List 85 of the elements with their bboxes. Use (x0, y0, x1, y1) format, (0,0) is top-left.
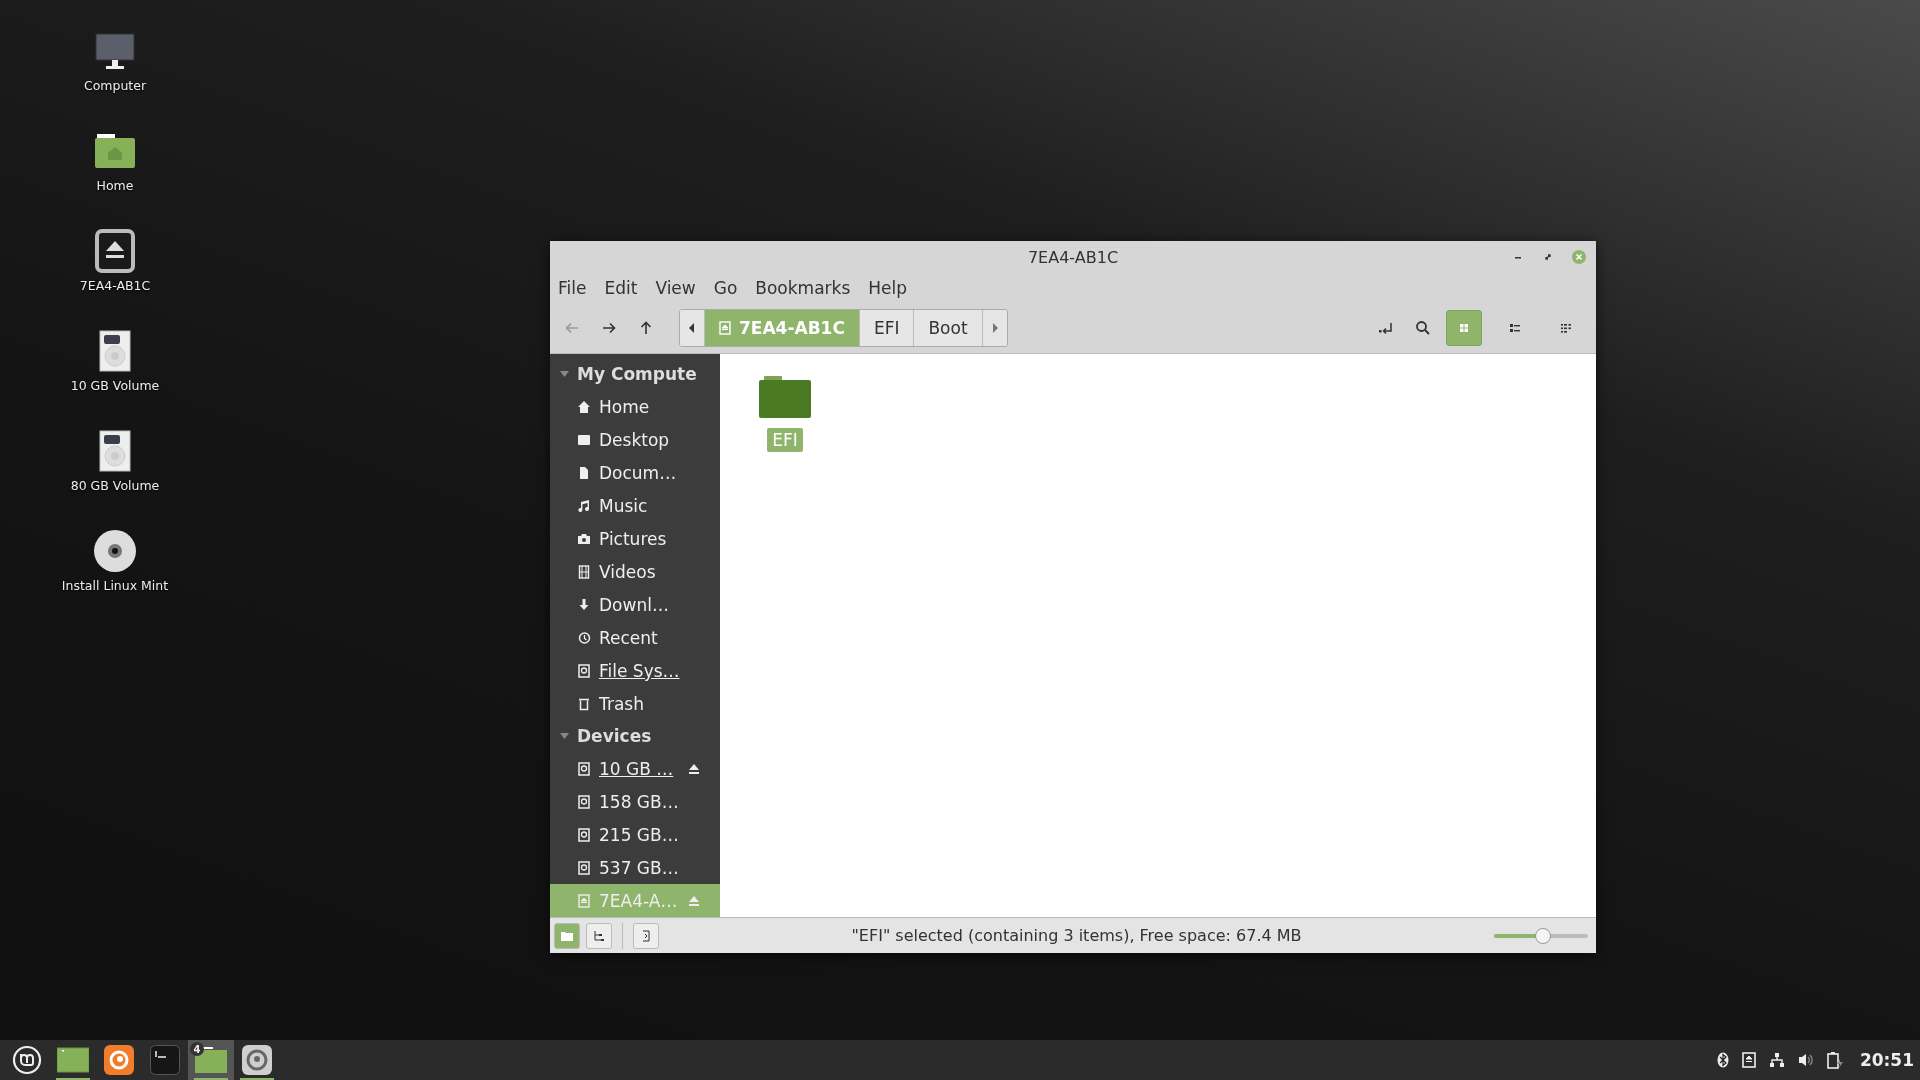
trash-icon (577, 696, 591, 711)
maximize-button[interactable] (1542, 251, 1554, 263)
panel-close-icon (641, 929, 651, 942)
hard-drive-icon[interactable] (99, 328, 131, 374)
window-title: 7EA4-AB1C (1027, 247, 1119, 267)
disk-utility-icon[interactable] (242, 1045, 272, 1075)
list-icon (1509, 322, 1521, 334)
forward-arrow-icon[interactable] (601, 320, 617, 336)
menu-logo-icon[interactable] (12, 1045, 42, 1075)
sidebar-item[interactable]: Recent (550, 621, 720, 654)
terminal-icon[interactable] (150, 1045, 180, 1075)
drive-icon (577, 663, 591, 678)
window-count-badge: 4 (190, 1042, 204, 1056)
download-icon (577, 597, 591, 612)
menu-item[interactable]: File (558, 278, 587, 298)
clock-text[interactable]: 20:51 (1859, 1050, 1914, 1070)
menu-item[interactable]: Go (713, 278, 738, 298)
sidebar-item[interactable]: 10 GB … (550, 752, 720, 785)
camera-icon (577, 531, 591, 546)
desktop-icon-label[interactable]: 10 GB Volume (70, 378, 160, 393)
sidebar-item[interactable]: Videos (550, 555, 720, 588)
sidebar-item[interactable]: 158 GB… (550, 785, 720, 818)
desktop-icon-label[interactable]: Computer (83, 78, 147, 93)
menu-item[interactable]: Help (868, 278, 908, 298)
sidebar-item[interactable]: Downl… (550, 588, 720, 621)
drive-icon (577, 860, 591, 875)
caret-right-icon (991, 323, 998, 333)
folder-icon (561, 930, 573, 941)
drive-icon (577, 827, 591, 842)
drive-icon (577, 794, 591, 809)
search-icon[interactable] (1415, 320, 1431, 336)
drive-icon (577, 761, 591, 776)
sidebar-item[interactable]: 537 GB… (550, 851, 720, 884)
tree-icon (593, 929, 605, 942)
compact-list-icon (1560, 322, 1572, 334)
music-icon (577, 498, 591, 513)
tree-toggle-button[interactable] (586, 922, 612, 949)
grid-icon (1458, 322, 1470, 334)
drive-icon (719, 321, 731, 335)
sidebar-item[interactable]: Docum… (550, 456, 720, 489)
removable-drive-icon[interactable] (1741, 1052, 1756, 1068)
bluetooth-icon[interactable] (1716, 1052, 1729, 1068)
sidebar-item[interactable]: File Sys… (550, 654, 720, 687)
film-icon (577, 564, 591, 579)
hide-sidebar-button[interactable] (633, 922, 659, 949)
sidebar-item[interactable]: 215 GB… (550, 818, 720, 851)
menu-item[interactable]: View (655, 278, 696, 298)
sidebar-item[interactable]: Pictures (550, 522, 720, 555)
location-toggle-icon[interactable] (1378, 320, 1394, 336)
home-icon (577, 399, 591, 414)
caret-left-icon (689, 323, 695, 333)
sidebar-section-title[interactable]: Devices (577, 726, 652, 746)
eject-icon[interactable] (688, 763, 700, 774)
sidebar-item[interactable]: Home (550, 390, 720, 423)
desktop-icon-label[interactable]: 80 GB Volume (70, 478, 160, 493)
fox-browser-icon[interactable] (104, 1045, 134, 1075)
document-icon (577, 465, 591, 480)
desktop-icon-label[interactable]: 7EA4-AB1C (79, 278, 151, 293)
cd-disc-icon[interactable] (93, 528, 137, 574)
menu-item[interactable]: Edit (604, 278, 638, 298)
expander-icon[interactable] (560, 733, 569, 739)
sidebar-item[interactable]: Music (550, 489, 720, 522)
hard-drive-icon[interactable] (99, 428, 131, 474)
status-text: "EFI" selected (containing 3 items), Free space: 67.4 MB (850, 926, 1303, 945)
sidebar-item[interactable]: Desktop (550, 423, 720, 456)
expander-icon[interactable] (560, 371, 569, 377)
places-toggle-button[interactable] (554, 922, 580, 949)
sidebar-item[interactable]: Trash (550, 687, 720, 720)
eject-drive-icon[interactable] (94, 228, 136, 274)
up-arrow-icon[interactable] (638, 320, 654, 336)
menu-item[interactable]: Bookmarks (755, 278, 851, 298)
recent-icon (577, 630, 591, 645)
sidebar-section-title[interactable]: My Compute (577, 364, 697, 384)
battery-charging-icon[interactable] (1826, 1051, 1843, 1069)
removable-icon (577, 893, 591, 908)
taskbar-button[interactable]: 4 (188, 1040, 234, 1080)
desktop-icon-label[interactable]: Install Linux Mint (61, 578, 169, 593)
desktop-icon (577, 432, 591, 447)
volume-icon[interactable] (1797, 1052, 1814, 1068)
folder-icon[interactable] (195, 1047, 227, 1073)
grid-view-button[interactable] (1446, 310, 1482, 346)
zoom-slider[interactable] (1494, 927, 1588, 944)
network-icon[interactable] (1768, 1052, 1785, 1068)
scroll-left-button[interactable] (680, 310, 705, 346)
desktop-icon-label[interactable]: Home (96, 178, 134, 193)
